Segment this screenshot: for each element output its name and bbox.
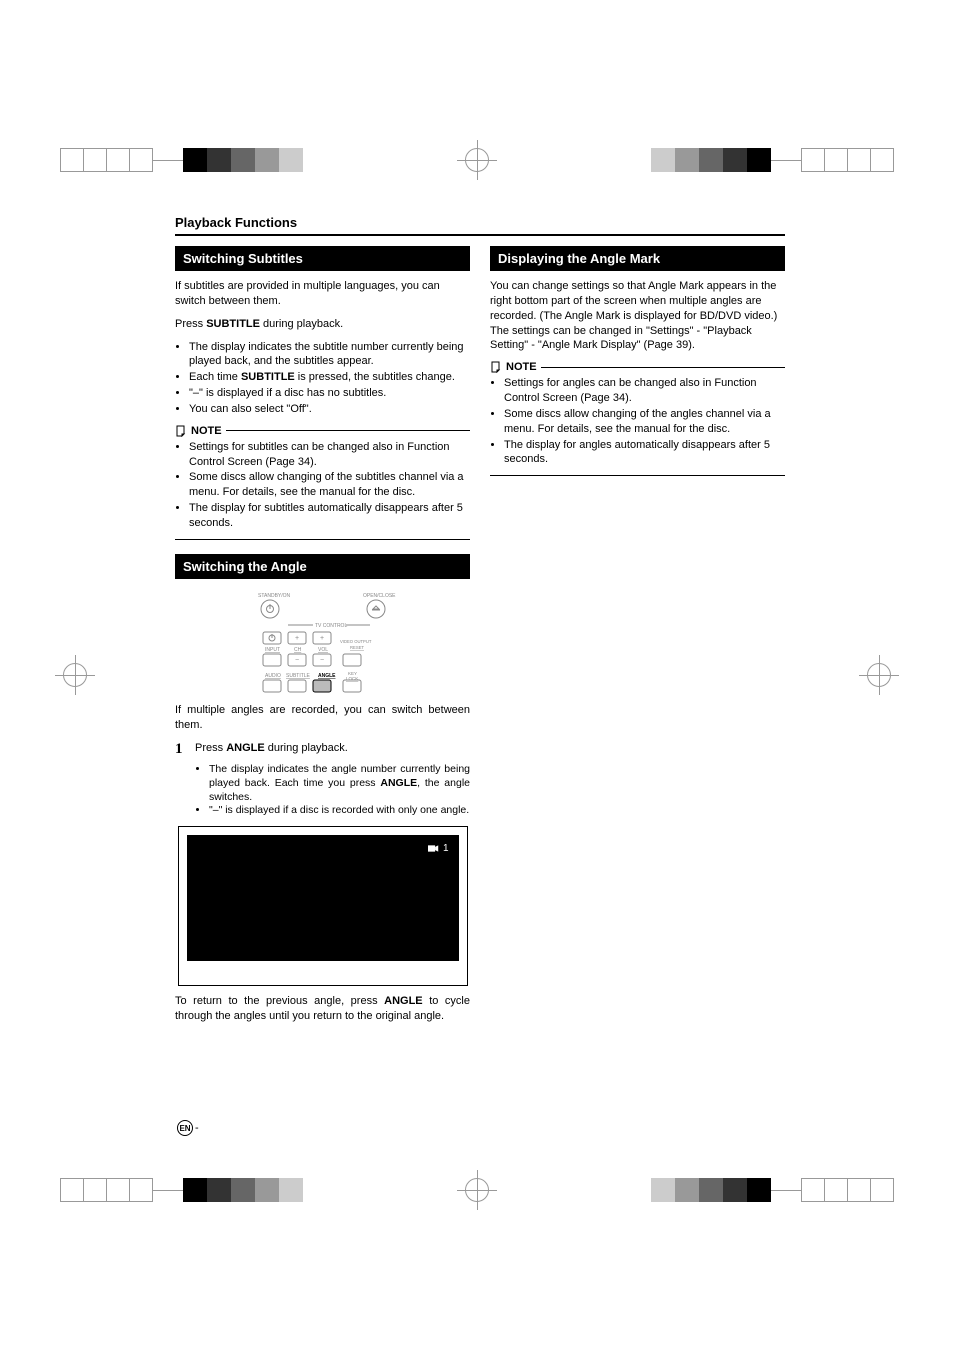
subtitles-bullets: The display indicates the subtitle numbe… [175,340,470,417]
svg-text:RESET: RESET [350,645,364,650]
subtitles-intro: If subtitles are provided in multiple la… [175,279,470,309]
crop-mark-left [55,655,95,695]
crop-mark-right [859,655,899,695]
camera-icon [428,844,439,853]
step-1: 1 Press ANGLE during playback. The displ… [175,741,470,818]
svg-text:SUBTITLE: SUBTITLE [286,673,311,679]
angle-mark-intro: You can change settings so that Angle Ma… [490,279,785,353]
right-column: Displaying the Angle Mark You can change… [490,246,785,1032]
list-item: Settings for angles can be changed also … [504,376,785,406]
note-header: NOTE [490,361,785,373]
page-footer-lang: EN - [177,1120,199,1136]
page-title: Playback Functions [175,215,785,234]
svg-text:−: − [320,657,324,664]
crop-marks-bottom [0,1160,954,1220]
remote-angle-button [313,680,331,692]
lang-badge: EN [177,1120,193,1136]
svg-text:+: + [295,635,299,642]
header-rule [175,234,785,236]
list-item: Some discs allow changing of the subtitl… [189,470,470,500]
remote-tvcontrol-label: TV CONTROL [315,623,347,629]
svg-text:CH: CH [294,647,302,653]
angle-osd: 1 [424,841,453,856]
remote-standby-label: STANDBY/ON [258,593,291,599]
heading-angle-mark: Displaying the Angle Mark [490,246,785,271]
angle-intro: If multiple angles are recorded, you can… [175,703,470,733]
note-icon [175,425,187,437]
list-item: You can also select "Off". [189,402,470,417]
subtitles-instruction: Press SUBTITLE during playback. [175,317,470,332]
list-item: Some discs allow changing of the angles … [504,407,785,437]
svg-text:VIDEO OUTPUT: VIDEO OUTPUT [340,639,372,644]
svg-text:+: + [320,635,324,642]
list-item: The display for subtitles automatically … [189,501,470,531]
remote-illustration: STANDBY/ON OPEN/CLOSE TV CONTROL + + INP… [248,587,398,697]
svg-text:INPUT: INPUT [265,647,280,653]
tv-illustration: 1 [178,826,468,986]
list-item: "–" is displayed if a disc is recorded w… [209,804,470,818]
angle-mark-notes: Settings for angles can be changed also … [490,376,785,467]
step-number: 1 [175,741,187,818]
step-instruction: Press ANGLE during playback. [195,741,470,756]
svg-text:AUDIO: AUDIO [265,673,281,679]
note-icon [490,361,502,373]
list-item: Settings for subtitles can be changed al… [189,440,470,470]
heading-switching-angle: Switching the Angle [175,554,470,579]
left-column: Switching Subtitles If subtitles are pro… [175,246,470,1032]
step-bullets: The display indicates the angle number c… [195,763,470,818]
angle-osd-value: 1 [443,843,449,854]
page-content: Playback Functions Switching Subtitles I… [175,215,785,1032]
list-item: Each time SUBTITLE is pressed, the subti… [189,370,470,385]
heading-switching-subtitles: Switching Subtitles [175,246,470,271]
note-label: NOTE [191,425,222,437]
list-item: The display indicates the angle number c… [209,763,470,804]
subtitles-notes: Settings for subtitles can be changed al… [175,440,470,531]
remote-open-label: OPEN/CLOSE [363,593,396,599]
list-item: The display indicates the subtitle numbe… [189,340,470,370]
list-item: "–" is displayed if a disc has no subtit… [189,386,470,401]
crop-marks-top [0,130,954,190]
svg-text:ANGLE: ANGLE [318,673,336,679]
svg-text:−: − [295,657,299,664]
note-label: NOTE [506,361,537,373]
list-item: The display for angles automatically dis… [504,438,785,468]
svg-text:VOL: VOL [318,647,328,653]
angle-closing: To return to the previous angle, press A… [175,994,470,1024]
note-header: NOTE [175,425,470,437]
